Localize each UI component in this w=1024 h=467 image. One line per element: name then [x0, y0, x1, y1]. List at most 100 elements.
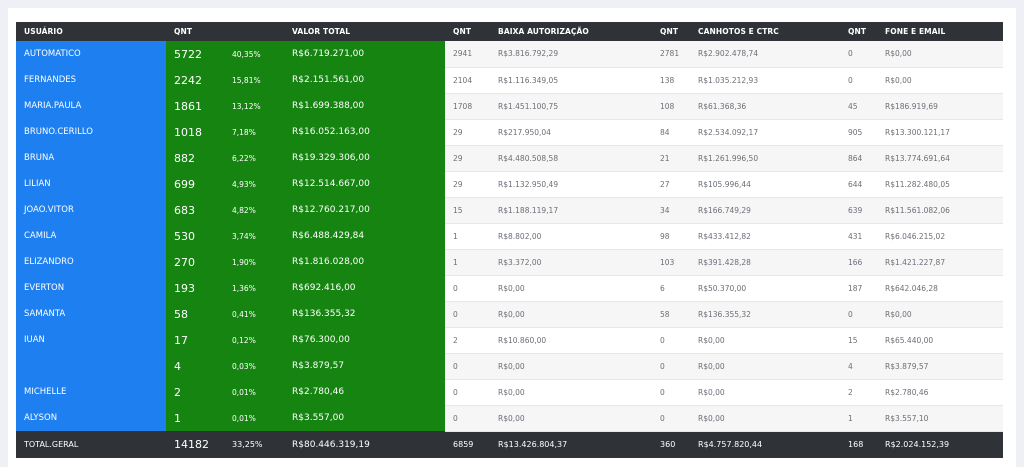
table-row[interactable]: ELIZANDRO 270 1,90% R$1.816.028,00 1 R$3.372,… — [16, 249, 1004, 276]
row-baixa: R$1.132.950,49 — [490, 171, 653, 198]
table-row[interactable]: EVERTON 193 1,36% R$692.416,00 0 R$0,00 6 R$50.… — [16, 275, 1004, 302]
row-user: LILIAN — [16, 171, 166, 197]
row-baixa: R$0,00 — [490, 275, 653, 302]
row-user: IUAN — [16, 327, 166, 353]
row-user: BRUNA — [16, 145, 166, 171]
row-fone: R$13.300.121,17 — [877, 119, 1004, 146]
row-pct: 0,41% — [224, 301, 285, 327]
table-body: AUTOMATICO 5722 40,35% R$6.719.271,00 2941 R$… — [16, 41, 1004, 432]
row-qnt-baixa: 29 — [445, 171, 491, 198]
row-qnt: 17 — [166, 327, 224, 353]
row-pct: 3,74% — [224, 223, 285, 249]
header-baixa-autorizacao[interactable]: BAIXA AUTORIZAÇÃO — [490, 22, 653, 41]
row-user: ELIZANDRO — [16, 249, 166, 275]
row-canhotos: R$61.368,36 — [690, 93, 841, 120]
row-pct: 0,12% — [224, 327, 285, 353]
row-canhotos: R$391.428,28 — [690, 249, 841, 276]
header-qnt[interactable]: QNT — [166, 22, 285, 41]
table-row[interactable]: LILIAN 699 4,93% R$12.514.667,00 29 R$1.132.9… — [16, 171, 1004, 198]
row-qnt-canhotos: 0 — [652, 353, 691, 380]
table-row[interactable]: MARIA.PAULA 1861 13,12% R$1.699.388,00 1708 R… — [16, 93, 1004, 120]
row-baixa: R$0,00 — [490, 353, 653, 380]
table-row[interactable]: ALYSON 1 0,01% R$3.557,00 0 R$0,00 0 R$0,00 1 R$3… — [16, 405, 1004, 432]
row-pct: 40,35% — [224, 41, 285, 67]
table-row[interactable]: MICHELLE 2 0,01% R$2.780,46 0 R$0,00 0 R$0,00 2 R… — [16, 379, 1004, 406]
row-baixa: R$0,00 — [490, 379, 653, 406]
row-baixa: R$1.116.349,05 — [490, 67, 653, 94]
row-pct: 0,01% — [224, 379, 285, 405]
header-canhotos-ctrc[interactable]: CANHOTOS E CTRC — [690, 22, 841, 41]
row-qnt-fone: 0 — [840, 67, 878, 94]
row-qnt: 699 — [166, 171, 224, 197]
row-qnt: 5722 — [166, 41, 224, 67]
row-valor-total: R$2.151.561,00 — [284, 67, 446, 93]
total-qnt-canhotos: 360 — [652, 431, 691, 458]
row-qnt-fone: 1 — [840, 405, 878, 432]
row-qnt-baixa: 1 — [445, 249, 491, 276]
row-qnt-baixa: 0 — [445, 301, 491, 328]
header-qnt-canhotos[interactable]: QNT — [652, 22, 691, 41]
row-qnt-baixa: 1708 — [445, 93, 491, 120]
header-usuario[interactable]: USUÁRIO — [16, 22, 166, 41]
total-pct: 33,25% — [224, 431, 285, 458]
row-qnt-canhotos: 58 — [652, 301, 691, 328]
row-qnt: 2 — [166, 379, 224, 405]
row-pct: 0,03% — [224, 353, 285, 379]
row-qnt-fone: 2 — [840, 379, 878, 406]
row-baixa: R$3.816.792,29 — [490, 41, 653, 68]
row-qnt-canhotos: 103 — [652, 249, 691, 276]
row-fone: R$3.879,57 — [877, 353, 1004, 380]
row-user: MICHELLE — [16, 379, 166, 405]
row-qnt-canhotos: 27 — [652, 171, 691, 198]
row-canhotos: R$433.412,82 — [690, 223, 841, 250]
row-pct: 13,12% — [224, 93, 285, 119]
row-canhotos: R$0,00 — [690, 379, 841, 406]
row-valor-total: R$6.719.271,00 — [284, 41, 446, 67]
row-qnt-fone: 0 — [840, 301, 878, 328]
table-row[interactable]: SAMANTA 58 0,41% R$136.355,32 0 R$0,00 58 R$136… — [16, 301, 1004, 328]
table-row[interactable]: BRUNO.CERILLO 1018 7,18% R$16.052.163,00 29 R… — [16, 119, 1004, 146]
total-fone: R$2.024.152,39 — [877, 431, 1004, 458]
table-row[interactable]: FERNANDES 2242 15,81% R$2.151.561,00 2104 R$1… — [16, 67, 1004, 94]
header-fone-email[interactable]: FONE E EMAIL — [877, 22, 1004, 41]
header-qnt-fone[interactable]: QNT — [840, 22, 878, 41]
row-qnt: 1018 — [166, 119, 224, 145]
row-qnt-fone: 166 — [840, 249, 878, 276]
table-row[interactable]: 4 0,03% R$3.879,57 0 R$0,00 0 R$0,00 4 R$3.879,5… — [16, 353, 1004, 380]
row-baixa: R$0,00 — [490, 405, 653, 432]
row-qnt: 193 — [166, 275, 224, 301]
row-pct: 6,22% — [224, 145, 285, 171]
row-fone: R$11.561.082,06 — [877, 197, 1004, 224]
row-user: EVERTON — [16, 275, 166, 301]
row-pct: 4,82% — [224, 197, 285, 223]
row-canhotos: R$0,00 — [690, 327, 841, 354]
table-row[interactable]: CAMILA 530 3,74% R$6.488.429,84 1 R$8.802,00 9… — [16, 223, 1004, 250]
table-row[interactable]: AUTOMATICO 5722 40,35% R$6.719.271,00 2941 R$… — [16, 41, 1004, 68]
table-row[interactable]: JOAO.VITOR 683 4,82% R$12.760.217,00 15 R$1.1… — [16, 197, 1004, 224]
row-valor-total: R$1.699.388,00 — [284, 93, 446, 119]
users-summary-table: USUÁRIO QNT VALOR TOTAL QNT BAIXA AUTORI… — [16, 22, 1004, 458]
table-row[interactable]: IUAN 17 0,12% R$76.300,00 2 R$10.860,00 0 R$0,0… — [16, 327, 1004, 354]
row-qnt: 58 — [166, 301, 224, 327]
row-baixa: R$4.480.508,58 — [490, 145, 653, 172]
row-canhotos: R$2.902.478,74 — [690, 41, 841, 68]
row-valor-total: R$12.514.667,00 — [284, 171, 446, 197]
row-qnt: 4 — [166, 353, 224, 379]
row-qnt-baixa: 29 — [445, 145, 491, 172]
row-fone: R$2.780,46 — [877, 379, 1004, 406]
table-row[interactable]: BRUNA 882 6,22% R$19.329.306,00 29 R$4.480.50… — [16, 145, 1004, 172]
row-qnt: 1861 — [166, 93, 224, 119]
header-valor-total[interactable]: VALOR TOTAL — [284, 22, 446, 41]
row-pct: 4,93% — [224, 171, 285, 197]
row-fone: R$13.774.691,64 — [877, 145, 1004, 172]
row-canhotos: R$1.261.996,50 — [690, 145, 841, 172]
row-canhotos: R$0,00 — [690, 405, 841, 432]
row-qnt-baixa: 15 — [445, 197, 491, 224]
row-qnt-canhotos: 34 — [652, 197, 691, 224]
header-qnt-baixa[interactable]: QNT — [445, 22, 491, 41]
row-pct: 0,01% — [224, 405, 285, 431]
row-qnt-canhotos: 21 — [652, 145, 691, 172]
row-pct: 1,90% — [224, 249, 285, 275]
row-pct: 1,36% — [224, 275, 285, 301]
row-qnt-baixa: 0 — [445, 353, 491, 380]
